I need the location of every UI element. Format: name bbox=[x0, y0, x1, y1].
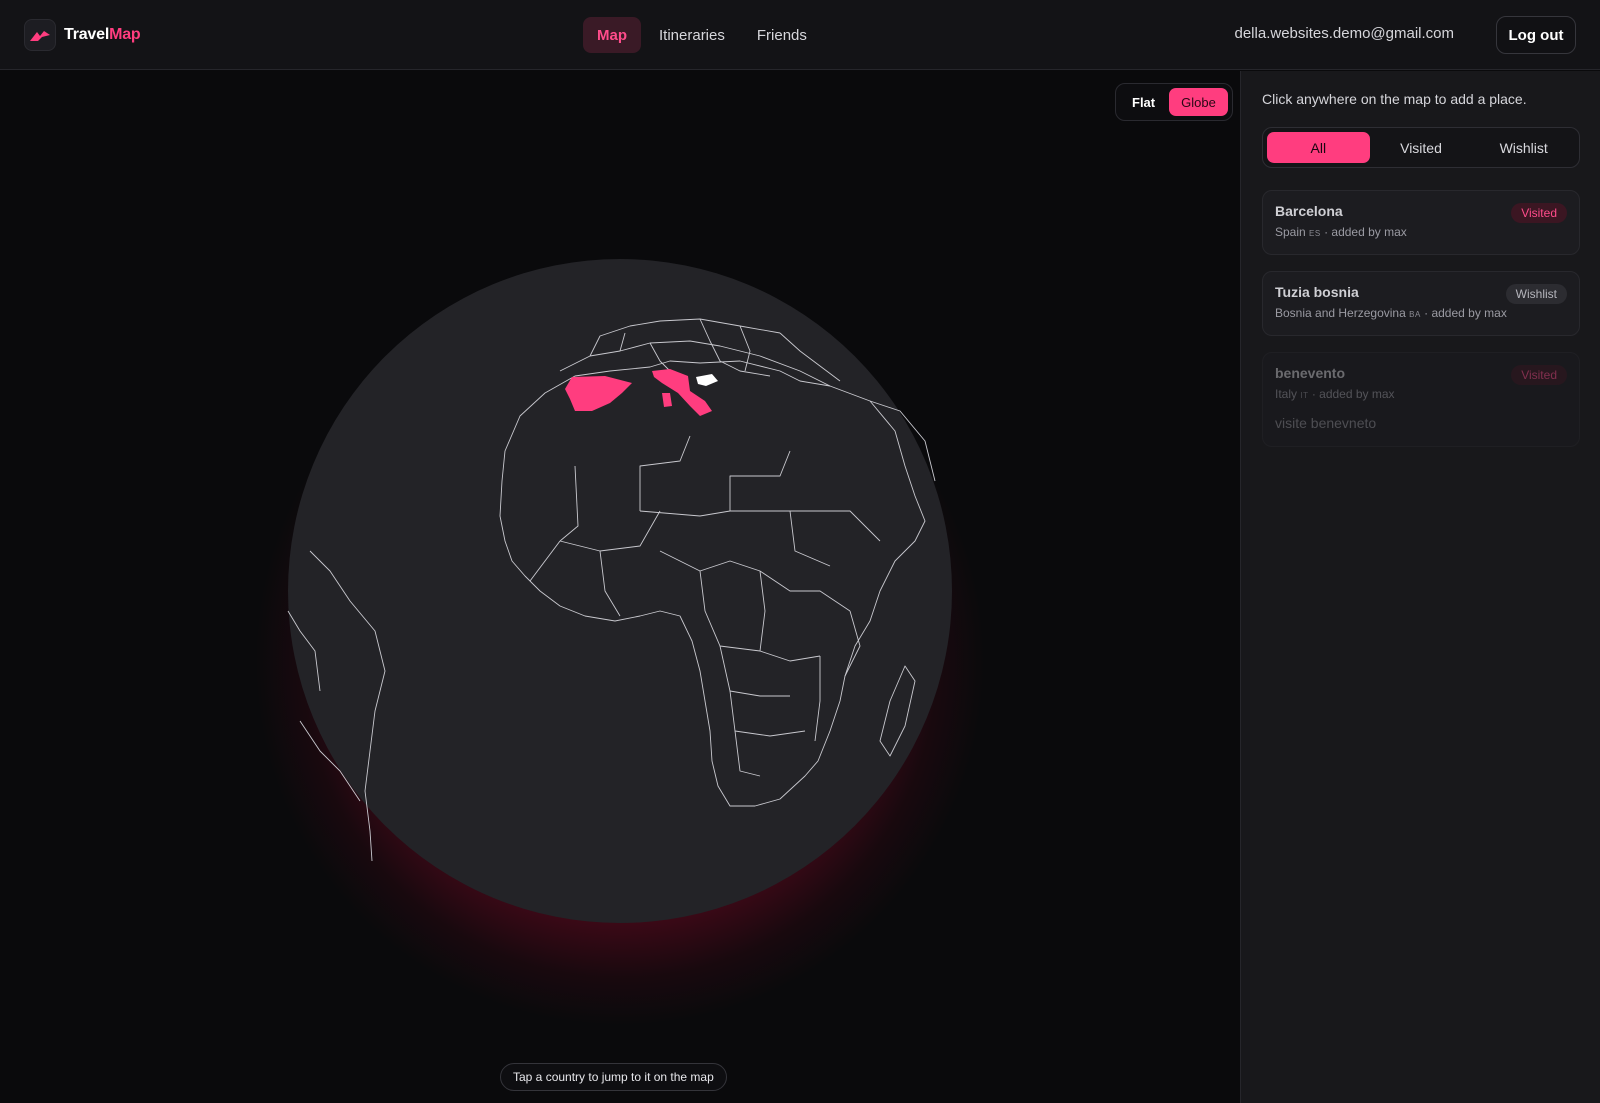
place-meta: Spain ES · added by max bbox=[1275, 225, 1567, 239]
logo-text-travel: Travel bbox=[64, 26, 110, 43]
filter-all[interactable]: All bbox=[1267, 132, 1370, 163]
place-country-code: BA bbox=[1409, 310, 1421, 319]
place-country: Spain bbox=[1275, 225, 1306, 239]
status-badge: Visited bbox=[1511, 203, 1567, 223]
place-meta: Italy IT · added by max bbox=[1275, 387, 1567, 401]
app-name: TravelMap bbox=[64, 26, 141, 44]
toggle-globe[interactable]: Globe bbox=[1169, 88, 1228, 116]
filter-visited[interactable]: Visited bbox=[1370, 132, 1473, 163]
view-toggle: Flat Globe bbox=[1115, 83, 1233, 121]
status-filter: All Visited Wishlist bbox=[1262, 127, 1580, 168]
globe[interactable] bbox=[0, 71, 1240, 1103]
logout-button[interactable]: Log out bbox=[1496, 16, 1576, 54]
map-canvas[interactable]: Flat Globe Tap a country to jump to it o… bbox=[0, 71, 1240, 1103]
place-note: visite benevneto bbox=[1275, 415, 1377, 431]
nav-map[interactable]: Map bbox=[583, 17, 641, 53]
user-email: della.websites.demo@gmail.com bbox=[1234, 25, 1455, 42]
place-country: Bosnia and Herzegovina bbox=[1275, 306, 1406, 320]
place-added-by: · added by max bbox=[1311, 387, 1395, 401]
place-meta: Bosnia and Herzegovina BA · added by max bbox=[1275, 306, 1567, 320]
toggle-flat[interactable]: Flat bbox=[1120, 88, 1167, 116]
status-badge: Wishlist bbox=[1505, 284, 1567, 304]
logo[interactable]: TravelMap bbox=[24, 19, 141, 51]
sidebar-hint: Click anywhere on the map to add a place… bbox=[1262, 91, 1527, 107]
place-card[interactable]: Barcelona Spain ES · added by max Visite… bbox=[1262, 190, 1580, 255]
status-badge: Visited bbox=[1511, 365, 1567, 385]
nav-itineraries[interactable]: Itineraries bbox=[645, 17, 739, 53]
place-card[interactable]: benevento Italy IT · added by max visite… bbox=[1262, 352, 1580, 447]
filter-wishlist[interactable]: Wishlist bbox=[1472, 132, 1575, 163]
nav-friends[interactable]: Friends bbox=[743, 17, 821, 53]
place-card[interactable]: Tuzia bosnia Bosnia and Herzegovina BA ·… bbox=[1262, 271, 1580, 336]
plane-icon bbox=[24, 19, 56, 51]
map-hint: Tap a country to jump to it on the map bbox=[500, 1063, 727, 1091]
top-bar: TravelMap Map Itineraries Friends della.… bbox=[0, 0, 1600, 70]
place-added-by: · added by max bbox=[1324, 225, 1407, 239]
place-country: Italy bbox=[1275, 387, 1298, 401]
place-added-by: · added by max bbox=[1424, 306, 1507, 320]
place-country-code: ES bbox=[1309, 229, 1321, 238]
places-sidebar: Click anywhere on the map to add a place… bbox=[1240, 71, 1600, 1103]
globe-sphere bbox=[288, 259, 952, 923]
main-nav: Map Itineraries Friends bbox=[583, 17, 821, 53]
logo-text-map: Map bbox=[109, 26, 141, 43]
place-country-code: IT bbox=[1300, 391, 1309, 400]
